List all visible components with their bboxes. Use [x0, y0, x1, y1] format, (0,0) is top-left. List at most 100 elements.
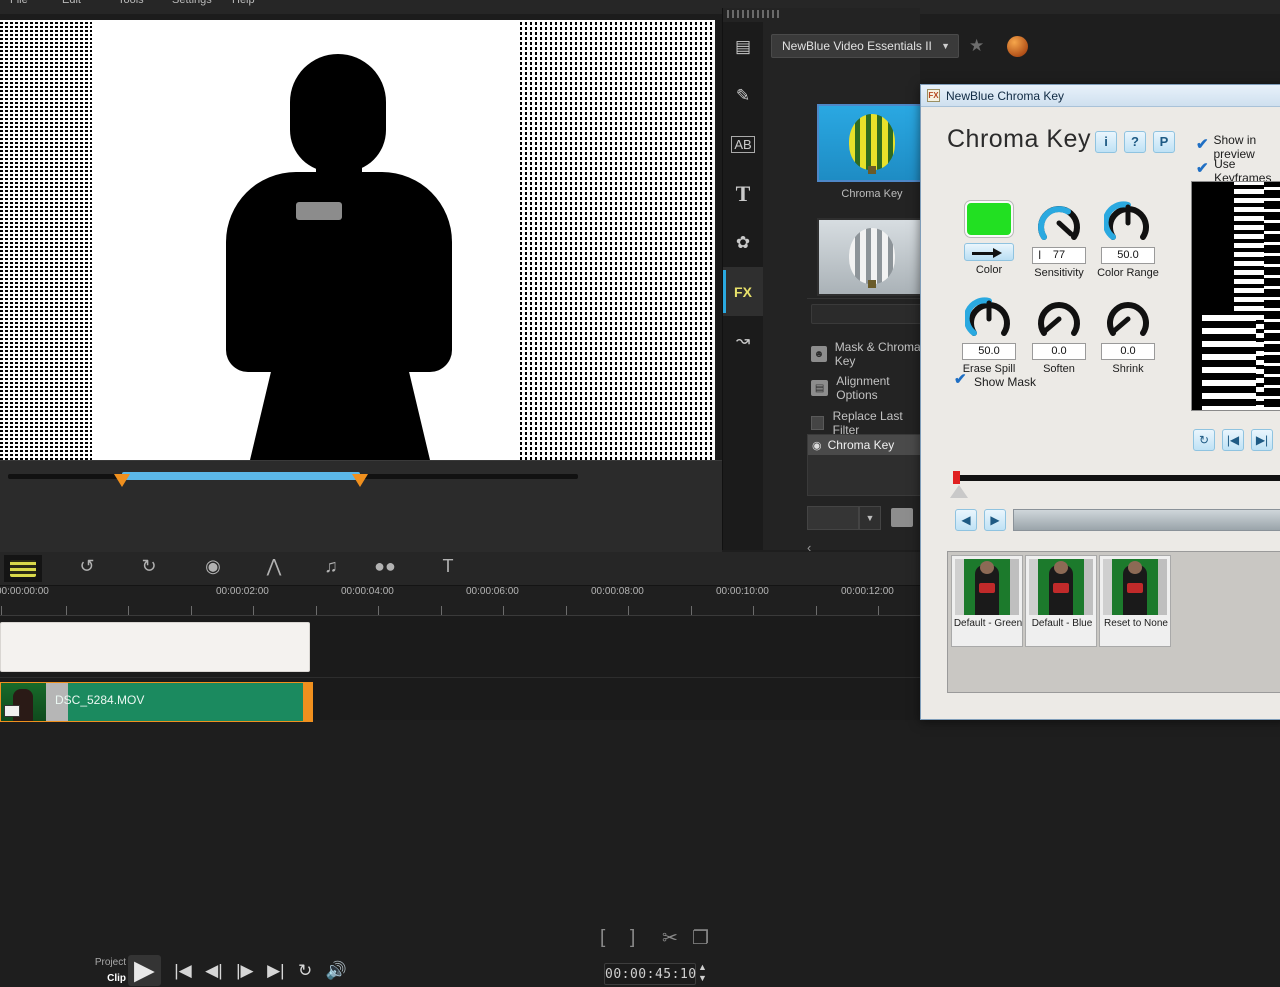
sidebar-item-media[interactable]: ▤ [723, 22, 763, 71]
fx-thumb-second[interactable] [817, 218, 927, 296]
menu-item-help[interactable]: Help [232, 0, 255, 6]
prev-keyframe-button[interactable]: |◀ [1222, 429, 1244, 451]
jump-end-button[interactable]: ▶| [267, 961, 285, 981]
step-back-button[interactable]: ◀| [205, 961, 223, 981]
color-range-knob-dial[interactable] [1104, 199, 1152, 243]
sidebar-item-graphics[interactable]: ✿ [723, 218, 763, 267]
trim-out-handle[interactable] [352, 474, 368, 487]
sidebar-item-fx[interactable]: FX [723, 267, 763, 316]
dialog-title-bar[interactable]: FX NewBlue Chroma Key [921, 85, 1280, 107]
replace-last-filter-checkbox[interactable] [811, 416, 824, 430]
snapshot-button[interactable]: ❐ [692, 927, 709, 950]
erase-spill-knob-dial[interactable] [965, 295, 1013, 339]
loop-button[interactable]: ↻ [298, 961, 312, 981]
video-track-clip[interactable]: DSC_5284.MOV [0, 682, 313, 722]
fx-thumb-chroma-key[interactable] [817, 104, 927, 182]
undo-button[interactable]: ↺ [74, 556, 100, 577]
eye-icon[interactable]: ◉ [812, 439, 822, 452]
shrink-value[interactable]: 0.0 [1101, 343, 1155, 360]
soften-knob[interactable]: 0.0 Soften [1021, 295, 1097, 375]
trim-in-handle[interactable] [114, 474, 130, 487]
soften-knob-dial[interactable] [1035, 295, 1083, 339]
timeline-track-overlay[interactable] [0, 616, 922, 678]
sidebar-item-path[interactable]: ↝ [723, 316, 763, 365]
play-button[interactable]: ▶ [128, 955, 161, 986]
preset-default-blue[interactable]: Default - Blue [1025, 555, 1097, 647]
scrub-playhead[interactable] [950, 485, 968, 498]
mark-in-button[interactable]: [ [600, 927, 605, 949]
step-forward-button[interactable]: |▶ [236, 961, 254, 981]
timecode-stepper[interactable]: ▲ ▼ [698, 962, 707, 984]
color-range-knob[interactable]: 50.0 Color Range [1090, 199, 1166, 279]
clip-scope-label[interactable]: Clip [74, 971, 126, 987]
erase-spill-knob[interactable]: 50.0 Erase Spill [951, 295, 1027, 375]
dialog-scrub-track[interactable] [955, 475, 1280, 481]
menu-item-edit[interactable]: Edit [62, 0, 81, 6]
mark-out-button[interactable]: ] [630, 927, 635, 949]
color-control[interactable]: Color [951, 199, 1027, 276]
motion-tracking-button[interactable]: ●● [372, 556, 398, 577]
shrink-knob[interactable]: 0.0 Shrink [1090, 295, 1166, 375]
project-scope-label[interactable]: Project [74, 955, 126, 971]
soften-value[interactable]: 0.0 [1032, 343, 1086, 360]
sidebar-item-titles[interactable]: T [723, 169, 763, 218]
capture-button[interactable]: ◉ [200, 556, 226, 577]
sensitivity-knob[interactable]: 77 Sensitivity [1021, 199, 1097, 279]
menu-item-settings[interactable]: Settings [172, 0, 212, 6]
program-monitor[interactable] [0, 20, 715, 460]
clip-trim-edge[interactable] [303, 683, 312, 721]
scrub-start-marker[interactable] [953, 471, 960, 484]
replace-last-filter-row[interactable]: Replace Last Filter [811, 409, 921, 437]
sensitivity-value[interactable]: 77 [1032, 247, 1086, 264]
add-favorite-icon[interactable]: ★ [969, 36, 984, 56]
color-eyedropper-button[interactable] [964, 243, 1014, 261]
volume-button[interactable]: 🔊 [326, 961, 347, 981]
preset-reset-to-none[interactable]: Reset to None [1099, 555, 1171, 647]
timeline-ruler[interactable]: 00:00:00:00 00:00:02:00 00:00:04:00 00:0… [0, 586, 922, 616]
fx-preset-group-select[interactable]: NewBlue Video Essentials II ▼ [771, 34, 959, 58]
color-swatch[interactable] [965, 201, 1013, 237]
preset-page-next-button[interactable]: ▶ [984, 509, 1006, 531]
subtitle-editor-button[interactable]: T [435, 556, 461, 577]
erase-spill-value[interactable]: 50.0 [962, 343, 1016, 360]
reset-keyframe-button[interactable]: ↻ [1193, 429, 1215, 451]
chroma-key-dialog[interactable]: FX NewBlue Chroma Key Chroma Key i ? P S… [920, 84, 1280, 720]
info-button[interactable]: i [1095, 131, 1117, 153]
preset-page-prev-button[interactable]: ◀ [955, 509, 977, 531]
dialog-preview-monitor[interactable] [1191, 181, 1280, 411]
split-clip-button[interactable]: ✂ [662, 927, 678, 950]
chevron-down-icon[interactable]: ▼ [859, 506, 881, 530]
panel-grip[interactable] [727, 10, 779, 18]
ruler-tick: 00:00:10:00 [716, 586, 769, 597]
shrink-knob-dial[interactable] [1104, 295, 1152, 339]
preset-button[interactable]: P [1153, 131, 1175, 153]
timeline-track-video[interactable]: DSC_5284.MOV [0, 678, 922, 722]
preset-default-green[interactable]: Default - Green [951, 555, 1023, 647]
show-mask-checkbox[interactable]: Show Mask [954, 370, 1036, 389]
soundtrack-button[interactable]: ♫ [318, 556, 344, 577]
overlay-track-clip[interactable] [0, 622, 310, 672]
fx-row-alignment-options[interactable]: ▤ Alignment Options [811, 374, 921, 402]
filter-preset-combo[interactable] [807, 506, 859, 530]
menu-item-tools[interactable]: Tools [118, 0, 144, 6]
sensitivity-knob-dial[interactable] [1035, 199, 1083, 243]
jump-start-button[interactable]: |◀ [174, 961, 192, 981]
help-button[interactable]: ? [1124, 131, 1146, 153]
sidebar-item-instant-project[interactable]: ✎ [723, 71, 763, 120]
preset-scroll-bar[interactable] [1013, 509, 1280, 531]
timeline-mode-button[interactable] [4, 555, 42, 582]
color-range-value[interactable]: 50.0 [1101, 247, 1155, 264]
sensitivity-label: Sensitivity [1034, 267, 1084, 279]
menu-item-file[interactable]: File [10, 0, 28, 6]
menu-bar[interactable]: File Edit Tools Settings Help [0, 0, 1280, 14]
timecode-display[interactable]: 00:00:45:10 [604, 963, 696, 985]
redo-button[interactable]: ↻ [136, 556, 162, 577]
next-keyframe-button[interactable]: ▶| [1251, 429, 1273, 451]
balloon-gray-basket-icon [868, 280, 876, 288]
audio-mixer-button[interactable]: ⋀ [261, 556, 287, 577]
gear-icon[interactable] [891, 508, 913, 527]
preview-trim-selection[interactable] [122, 472, 360, 480]
sidebar-item-transitions[interactable]: AB [723, 120, 763, 169]
balloon-icon [849, 114, 895, 170]
fx-row-mask-chroma-key[interactable]: ☻ Mask & Chroma Key [811, 340, 921, 368]
